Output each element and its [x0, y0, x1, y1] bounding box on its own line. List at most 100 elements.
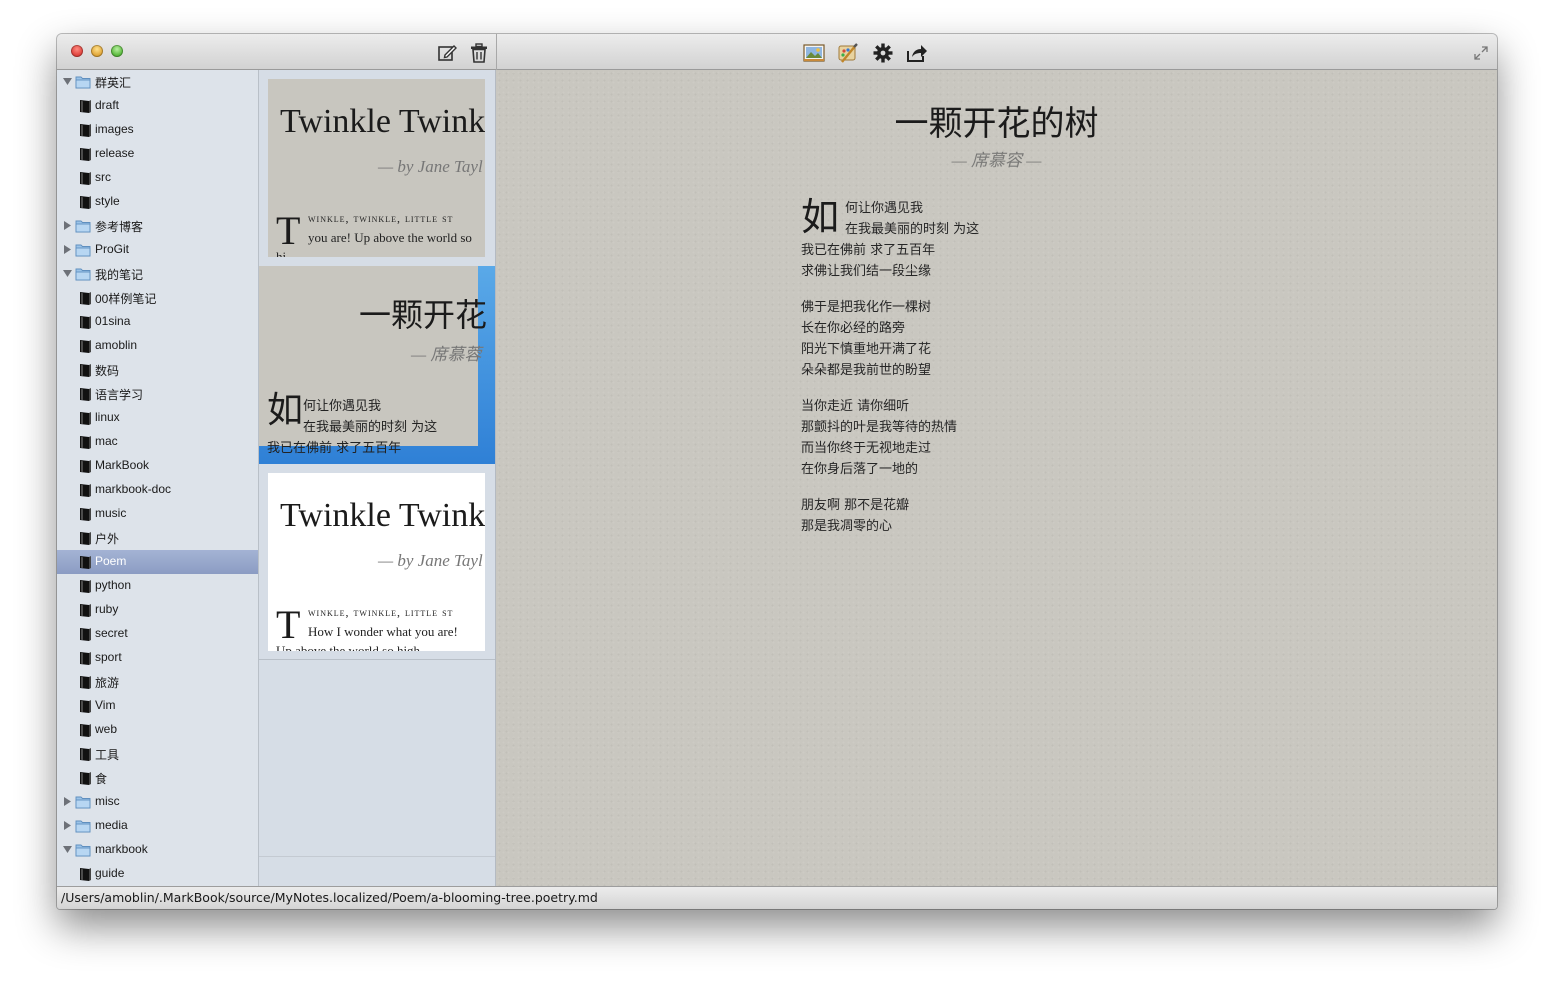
- sidebar-item-label: 数码: [95, 364, 120, 378]
- sidebar-item[interactable]: 数码: [57, 358, 258, 382]
- sidebar-item[interactable]: sport: [57, 646, 258, 670]
- sidebar-item[interactable]: ProGit: [57, 238, 258, 262]
- note-line: winkle, twinkle, little st: [308, 211, 454, 225]
- sidebar-item[interactable]: 01sina: [57, 310, 258, 334]
- sidebar-item-label: 食: [95, 772, 108, 786]
- sidebar-item[interactable]: draft: [57, 94, 258, 118]
- sidebar-item-label: images: [95, 122, 134, 136]
- poem-line: 长在你必经的路旁: [801, 321, 906, 336]
- close-window-button[interactable]: [71, 45, 83, 57]
- disclosure-expanded-icon[interactable]: [63, 269, 72, 278]
- sidebar-item-label: sport: [95, 650, 122, 664]
- sidebar-item-label: 群英汇: [95, 76, 132, 90]
- fullscreen-button[interactable]: [1470, 42, 1492, 64]
- poem-dropcap: 如: [801, 197, 840, 239]
- sidebar-item[interactable]: secret: [57, 622, 258, 646]
- sidebar-item-label: guide: [95, 866, 125, 880]
- note-card[interactable]: Twinkle Twink — by Jane Tayl T winkle, t…: [259, 70, 495, 266]
- sidebar-item[interactable]: 00样例笔记: [57, 286, 258, 310]
- poem-line: 求佛让我们结一段尘缘: [801, 264, 932, 279]
- theme-button[interactable]: [837, 42, 859, 64]
- sidebar-item[interactable]: release: [57, 142, 258, 166]
- sidebar-item[interactable]: style: [57, 190, 258, 214]
- notebook-icon: [80, 532, 91, 545]
- notebook-icon: [80, 748, 91, 761]
- notebook-icon: [80, 868, 91, 881]
- notebook-icon: [80, 388, 91, 401]
- settings-button[interactable]: [872, 42, 894, 64]
- sidebar-item-label: 参考博客: [95, 220, 144, 234]
- toolbar-divider: [496, 34, 497, 70]
- zoom-window-button[interactable]: [111, 45, 123, 57]
- disclosure-collapsed-icon[interactable]: [63, 221, 72, 230]
- note-title: 一颗开花: [359, 297, 488, 333]
- sidebar-item-label: 我的笔记: [95, 268, 144, 282]
- insert-image-icon: [803, 44, 825, 62]
- note-author: — 席慕蓉: [411, 345, 482, 364]
- disclosure-collapsed-icon[interactable]: [63, 797, 72, 806]
- sidebar-item[interactable]: MarkBook: [57, 454, 258, 478]
- sidebar-item[interactable]: music: [57, 502, 258, 526]
- notebook-icon: [80, 484, 91, 497]
- sidebar-item[interactable]: media: [57, 814, 258, 838]
- disclosure-collapsed-icon[interactable]: [63, 245, 72, 254]
- sidebar-item[interactable]: markbook: [57, 838, 258, 862]
- note-card-selected[interactable]: 一颗开花 — 席慕蓉 如 何让你遇见我 在我最美丽的时刻 为这 我已在佛前 求了…: [259, 266, 495, 464]
- sidebar-item[interactable]: src: [57, 166, 258, 190]
- sidebar-item[interactable]: web: [57, 718, 258, 742]
- note-line: How I wonder what you are!: [308, 624, 458, 639]
- notebook-icon: [80, 364, 91, 377]
- list-divider: [259, 856, 495, 857]
- notebook-icon: [80, 652, 91, 665]
- sidebar-item[interactable]: python: [57, 574, 258, 598]
- sidebar-item[interactable]: guide: [57, 862, 258, 886]
- minimize-window-button[interactable]: [91, 45, 103, 57]
- note-dropcap: T: [276, 208, 301, 253]
- poem-line: 在你身后落了一地的: [801, 462, 919, 477]
- sidebar-item[interactable]: ruby: [57, 598, 258, 622]
- sidebar-item-label: mac: [95, 434, 118, 448]
- notebook-icon: [80, 340, 91, 353]
- notebook-icon: [80, 676, 91, 689]
- disclosure-expanded-icon[interactable]: [63, 77, 72, 86]
- sidebar-item[interactable]: amoblin: [57, 334, 258, 358]
- sidebar-item[interactable]: 群英汇: [57, 70, 258, 94]
- notebook-icon: [80, 436, 91, 449]
- disclosure-collapsed-icon[interactable]: [63, 821, 72, 830]
- sidebar-item[interactable]: mac: [57, 430, 258, 454]
- sidebar-item[interactable]: markbook-doc: [57, 478, 258, 502]
- notebook-icon: [80, 124, 91, 137]
- sidebar-item[interactable]: 我的笔记: [57, 262, 258, 286]
- sidebar-item[interactable]: 户外: [57, 526, 258, 550]
- sidebar-item[interactable]: images: [57, 118, 258, 142]
- note-card[interactable]: Twinkle Twink — by Jane Tayl T winkle, t…: [259, 464, 495, 660]
- sidebar-item[interactable]: linux: [57, 406, 258, 430]
- sidebar-item-label: release: [95, 146, 135, 160]
- folder-icon: [75, 244, 91, 257]
- share-button[interactable]: [906, 42, 928, 64]
- sidebar-item[interactable]: 食: [57, 766, 258, 790]
- sidebar-item[interactable]: 语言学习: [57, 382, 258, 406]
- delete-note-button[interactable]: [468, 42, 490, 64]
- folder-icon: [75, 844, 91, 857]
- sidebar-item[interactable]: 参考博客: [57, 214, 258, 238]
- sidebar-item-label: markbook-doc: [95, 482, 172, 496]
- poem-line: 何让你遇见我: [845, 201, 924, 216]
- sidebar-item[interactable]: Vim: [57, 694, 258, 718]
- sidebar-item[interactable]: 工具: [57, 742, 258, 766]
- folder-icon: [75, 268, 91, 281]
- poem-line: 阳光下慎重地开满了花: [801, 342, 932, 357]
- sidebar-item[interactable]: 旅游: [57, 670, 258, 694]
- sidebar-item-label: 工具: [95, 748, 120, 762]
- disclosure-expanded-icon[interactable]: [63, 845, 72, 854]
- notebook-icon: [80, 772, 91, 785]
- note-preview[interactable]: 一颗开花的树 — 席慕容 — 如 何让你遇见我 在我最美丽的时刻 为这 我已在佛前 …: [496, 70, 1497, 886]
- new-note-button[interactable]: [436, 42, 458, 64]
- note-thumbnail: Twinkle Twink — by Jane Tayl T winkle, t…: [268, 79, 485, 257]
- sidebar-item-label: music: [95, 506, 127, 520]
- note-dropcap: 如: [267, 390, 304, 430]
- notebook-icon: [80, 292, 91, 305]
- sidebar-item[interactable]: Poem: [57, 550, 258, 574]
- sidebar-item[interactable]: misc: [57, 790, 258, 814]
- insert-image-button[interactable]: [803, 42, 825, 64]
